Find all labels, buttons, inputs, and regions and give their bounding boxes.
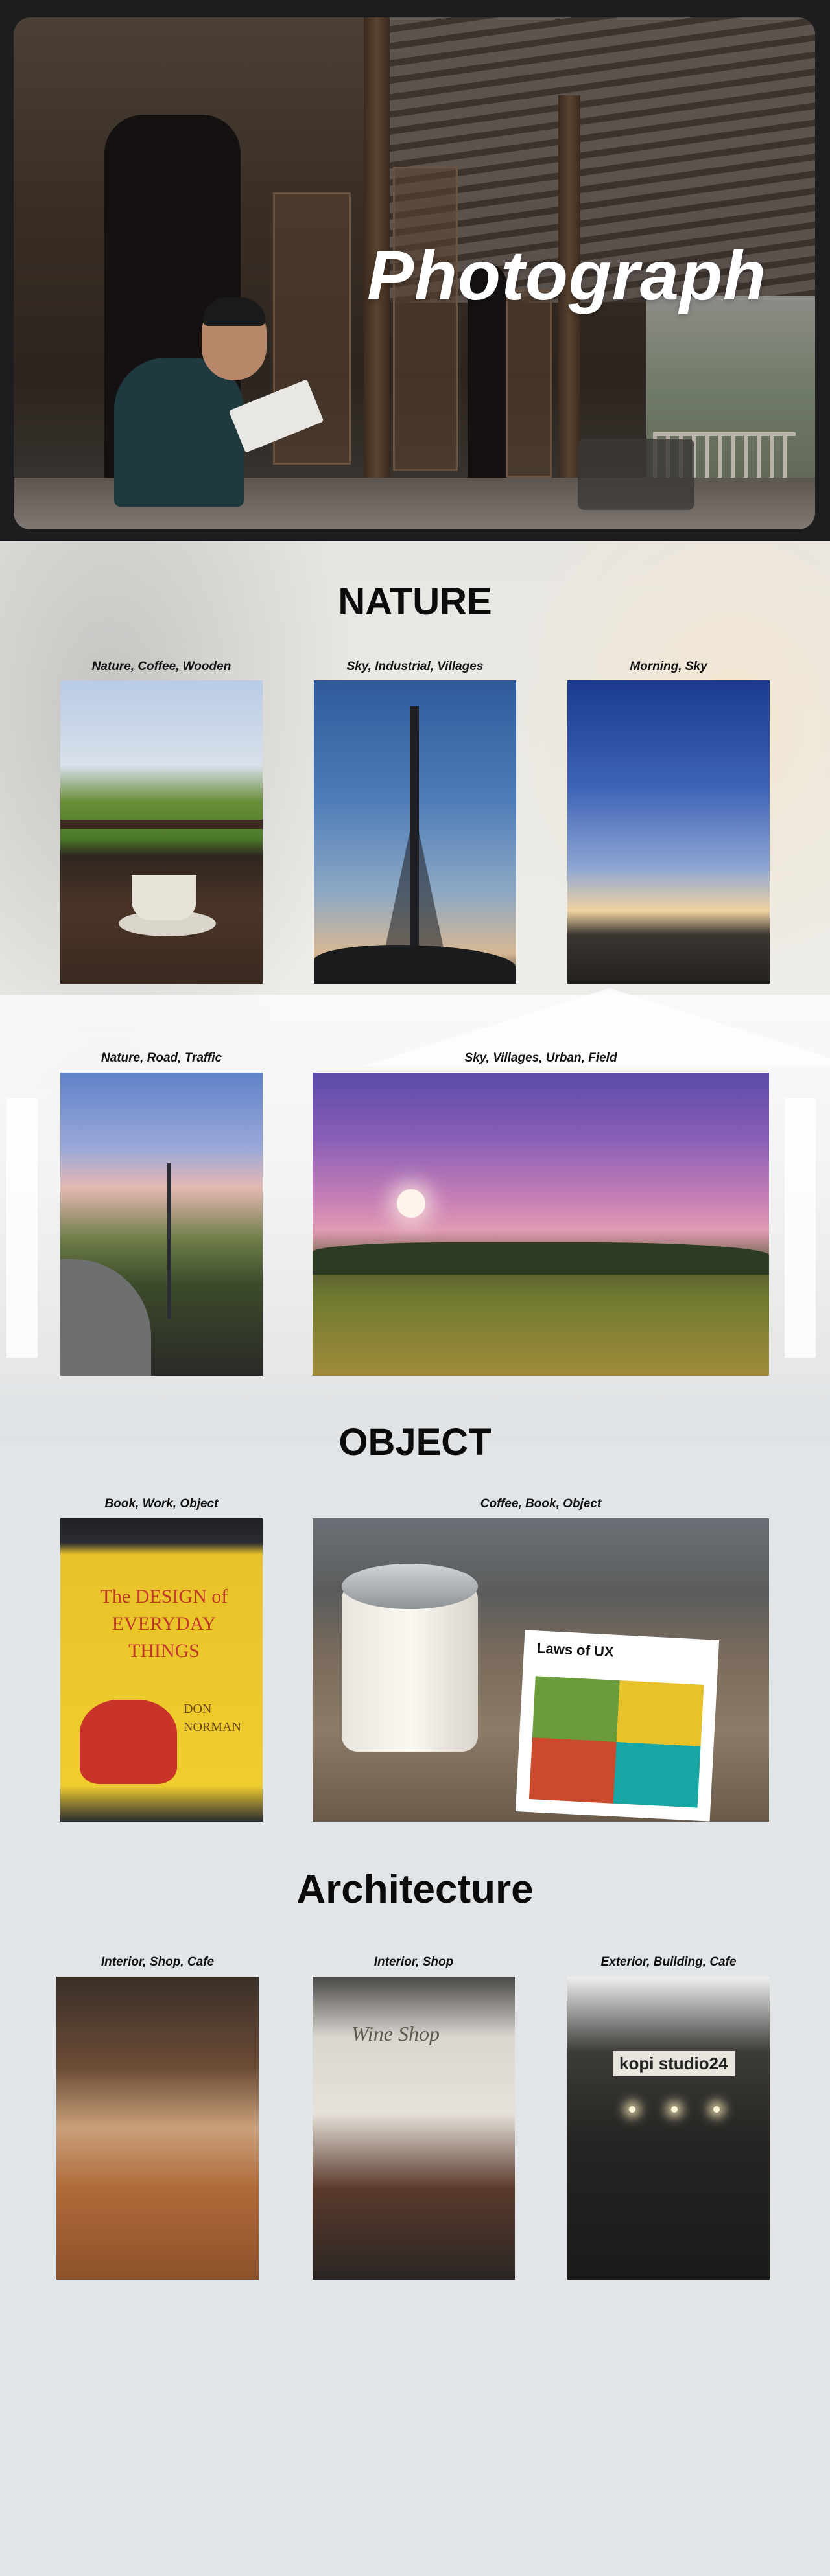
photo-sunset-field[interactable] bbox=[313, 1073, 769, 1376]
section-title-object: OBJECT bbox=[338, 1421, 492, 1463]
road bbox=[60, 1259, 151, 1376]
photo-tower[interactable] bbox=[314, 680, 516, 984]
hero-chairs bbox=[578, 439, 694, 510]
building-column bbox=[6, 1098, 38, 1358]
photo-coffee-book[interactable]: Laws of UX bbox=[313, 1518, 769, 1822]
sun bbox=[397, 1189, 425, 1218]
hero-wood-panel bbox=[393, 167, 458, 471]
section-title-nature: NATURE bbox=[338, 581, 492, 623]
tower-mast bbox=[410, 706, 419, 979]
photo-caption: Interior, Shop, Cafe bbox=[101, 1955, 215, 1969]
hero-section: Photograph bbox=[0, 0, 830, 541]
photo-caption: Coffee, Book, Object bbox=[480, 1497, 602, 1511]
light-icon bbox=[713, 2106, 720, 2113]
ux-book: Laws of UX bbox=[515, 1630, 720, 1822]
photo-coffee[interactable] bbox=[60, 680, 263, 984]
light-icon bbox=[629, 2106, 635, 2113]
photo-caption: Exterior, Building, Cafe bbox=[600, 1955, 737, 1969]
photo-caption: Nature, Coffee, Wooden bbox=[91, 660, 231, 673]
wooden-rail bbox=[60, 820, 263, 829]
photo-caption: Morning, Sky bbox=[630, 660, 707, 673]
section-title-architecture: Architecture bbox=[296, 1867, 534, 1912]
hero-person bbox=[114, 358, 244, 507]
village-silhouette bbox=[314, 945, 516, 984]
ux-book-pattern bbox=[528, 1676, 704, 1808]
wine-shop-sign: Wine Shop bbox=[351, 2022, 440, 2045]
tumbler-lid bbox=[342, 1564, 478, 1609]
light-icon bbox=[671, 2106, 678, 2113]
photo-cafe-exterior[interactable]: kopi studio24 bbox=[567, 1977, 770, 2280]
photo-interior-cafe[interactable] bbox=[56, 1977, 259, 2280]
book-title: The DESIGN of EVERYDAY THINGS bbox=[100, 1586, 228, 1662]
hero-wood-panel bbox=[506, 290, 552, 478]
photo-caption: Interior, Shop bbox=[374, 1955, 454, 1969]
hero-photo: Photograph bbox=[14, 17, 815, 529]
tree-line bbox=[313, 1242, 769, 1275]
book-author: DON NORMAN bbox=[184, 1702, 241, 1734]
photo-caption: Sky, Villages, Urban, Field bbox=[464, 1051, 617, 1065]
cafe-sign: kopi studio24 bbox=[613, 2051, 735, 2076]
photo-wine-shop[interactable]: Wine Shop bbox=[313, 1977, 515, 2280]
photo-morning-sky[interactable] bbox=[567, 680, 770, 984]
ux-book-title: Laws of UX bbox=[536, 1640, 615, 1660]
street-lamp bbox=[167, 1163, 171, 1319]
building-column bbox=[785, 1098, 816, 1358]
kettle-illustration bbox=[80, 1700, 177, 1784]
photo-design-book[interactable]: The DESIGN of EVERYDAY THINGS DON NORMAN bbox=[60, 1518, 263, 1822]
hero-title: Photograph bbox=[367, 236, 766, 314]
photo-caption: Nature, Road, Traffic bbox=[101, 1051, 222, 1065]
photo-road[interactable] bbox=[60, 1073, 263, 1376]
hero-person-hair bbox=[203, 297, 265, 326]
photo-caption: Sky, Industrial, Villages bbox=[346, 660, 484, 673]
coffee-cup bbox=[132, 875, 196, 920]
photo-caption: Book, Work, Object bbox=[104, 1497, 219, 1511]
